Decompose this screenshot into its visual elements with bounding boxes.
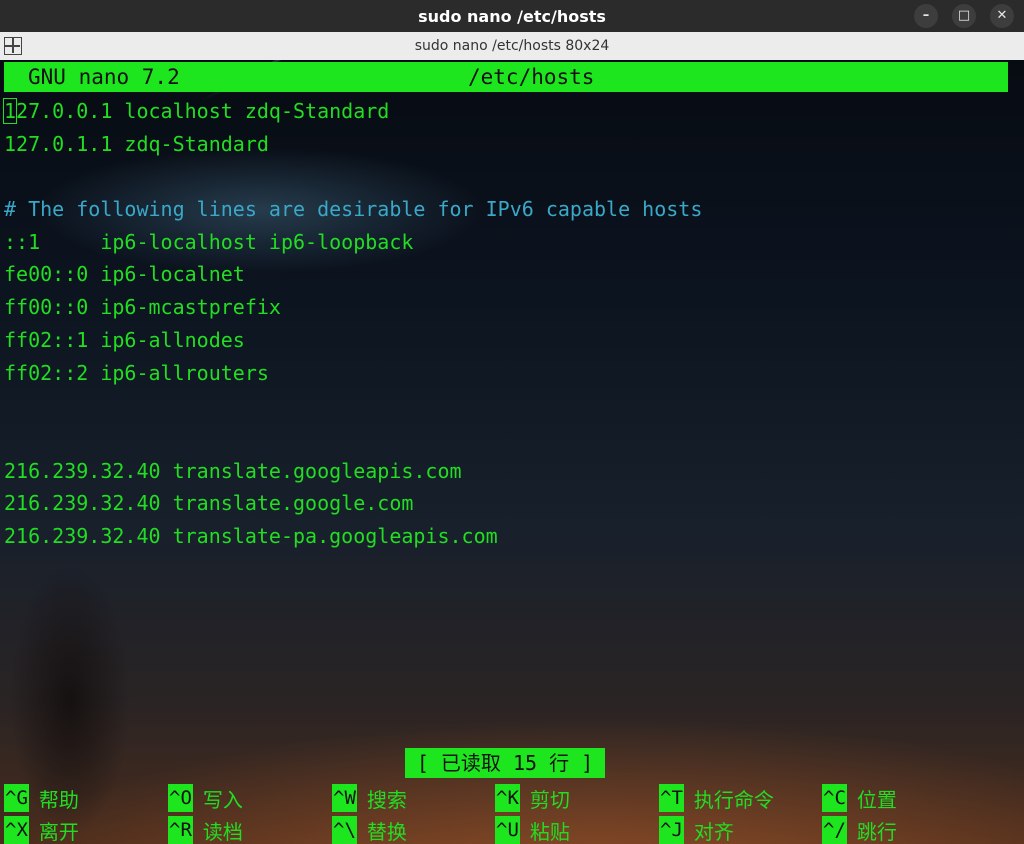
shortcut-replace[interactable]: ^\ 替换 bbox=[332, 814, 407, 844]
tab-title[interactable]: sudo nano /etc/hosts 80x24 bbox=[415, 38, 610, 54]
shortcut-key: ^X bbox=[4, 816, 29, 844]
shortcut-exit[interactable]: ^X 离开 bbox=[4, 814, 79, 844]
window-titlebar: sudo nano /etc/hosts – □ ✕ bbox=[0, 0, 1024, 32]
editor-line[interactable]: ::1 ip6-localhost ip6-loopback bbox=[4, 226, 702, 259]
editor-line[interactable]: ff02::2 ip6-allrouters bbox=[4, 357, 702, 390]
shortcut-key: ^W bbox=[332, 784, 357, 812]
shortcut-row: ^X 离开 ^R 读档 ^\ 替换 ^U 粘贴 ^J 对齐 ^/ 跳行 bbox=[4, 814, 1024, 844]
shortcut-label: 粘贴 bbox=[529, 819, 570, 844]
shortcut-key: ^U bbox=[495, 816, 520, 844]
text-cursor: 1 bbox=[2, 98, 18, 124]
maximize-icon[interactable]: □ bbox=[952, 4, 976, 28]
nano-filename: /etc/hosts bbox=[468, 65, 595, 89]
shortcut-label: 位置 bbox=[856, 787, 897, 812]
shortcut-key: ^J bbox=[659, 816, 684, 844]
nano-header: GNU nano 7.2 /etc/hosts bbox=[4, 62, 1008, 92]
shortcut-paste[interactable]: ^U 粘贴 bbox=[495, 814, 570, 844]
terminal-tab-bar: sudo nano /etc/hosts 80x24 bbox=[0, 32, 1024, 60]
shortcut-key: ^R bbox=[168, 816, 193, 844]
shortcut-go-to-line[interactable]: ^/ 跳行 bbox=[822, 814, 897, 844]
shortcut-label: 帮助 bbox=[38, 787, 79, 812]
status-message: [ 已读取 15 行 ] bbox=[405, 748, 605, 778]
split-view-icon[interactable] bbox=[4, 37, 22, 55]
shortcut-key: ^C bbox=[822, 784, 847, 812]
shortcut-label: 对齐 bbox=[693, 819, 734, 844]
close-icon[interactable]: ✕ bbox=[990, 4, 1014, 28]
shortcut-label: 执行命令 bbox=[693, 787, 774, 812]
shortcut-execute[interactable]: ^T 执行命令 bbox=[659, 782, 774, 814]
shortcut-label: 跳行 bbox=[856, 819, 897, 844]
shortcut-cut[interactable]: ^K 剪切 bbox=[495, 782, 570, 814]
shortcut-bar: ^G 帮助 ^O 写入 ^W 搜索 ^K 剪切 ^T 执行命令 ^C 位置 ^X 离开 ^R 读… bbox=[4, 782, 1024, 844]
shortcut-label: 替换 bbox=[366, 819, 407, 844]
shortcut-label: 搜索 bbox=[366, 787, 407, 812]
editor-line[interactable]: 127.0.1.1 zdq-Standard bbox=[4, 128, 702, 161]
editor-content[interactable]: 127.0.0.1 localhost zdq-Standard 127.0.1… bbox=[2, 95, 702, 553]
shortcut-help[interactable]: ^G 帮助 bbox=[4, 782, 79, 814]
shortcut-key: ^K bbox=[495, 784, 520, 812]
editor-line[interactable] bbox=[4, 422, 702, 455]
minimize-icon[interactable]: – bbox=[914, 4, 938, 28]
shortcut-row: ^G 帮助 ^O 写入 ^W 搜索 ^K 剪切 ^T 执行命令 ^C 位置 bbox=[4, 782, 1024, 814]
shortcut-search[interactable]: ^W 搜索 bbox=[332, 782, 407, 814]
shortcut-label: 离开 bbox=[38, 819, 79, 844]
shortcut-key: ^\ bbox=[332, 816, 357, 844]
editor-line[interactable]: ff00::0 ip6-mcastprefix bbox=[4, 291, 702, 324]
shortcut-write[interactable]: ^O 写入 bbox=[168, 782, 243, 814]
window-title: sudo nano /etc/hosts bbox=[418, 6, 606, 26]
shortcut-key: ^O bbox=[168, 784, 193, 812]
shortcut-key: ^/ bbox=[822, 816, 847, 844]
shortcut-location[interactable]: ^C 位置 bbox=[822, 782, 897, 814]
shortcut-key: ^G bbox=[4, 784, 29, 812]
terminal-area[interactable]: GNU nano 7.2 /etc/hosts 127.0.0.1 localh… bbox=[0, 60, 1024, 844]
window-controls: – □ ✕ bbox=[914, 4, 1014, 28]
editor-line[interactable] bbox=[4, 160, 702, 193]
editor-line-comment[interactable]: # The following lines are desirable for … bbox=[4, 193, 702, 226]
shortcut-read-file[interactable]: ^R 读档 bbox=[168, 814, 243, 844]
editor-line[interactable] bbox=[4, 389, 702, 422]
shortcut-label: 剪切 bbox=[529, 787, 570, 812]
nano-version: GNU nano 7.2 bbox=[28, 65, 180, 89]
editor-line[interactable]: 216.239.32.40 translate.googleapis.com bbox=[4, 455, 702, 488]
editor-line[interactable]: ff02::1 ip6-allnodes bbox=[4, 324, 702, 357]
shortcut-key: ^T bbox=[659, 784, 684, 812]
shortcut-label: 写入 bbox=[202, 787, 243, 812]
editor-line[interactable]: fe00::0 ip6-localnet bbox=[4, 258, 702, 291]
shortcut-justify[interactable]: ^J 对齐 bbox=[659, 814, 734, 844]
editor-line[interactable]: 216.239.32.40 translate-pa.googleapis.co… bbox=[4, 520, 702, 553]
editor-line[interactable]: 127.0.0.1 localhost zdq-Standard bbox=[2, 95, 702, 128]
shortcut-label: 读档 bbox=[202, 819, 243, 844]
editor-line[interactable]: 216.239.32.40 translate.google.com bbox=[4, 487, 702, 520]
